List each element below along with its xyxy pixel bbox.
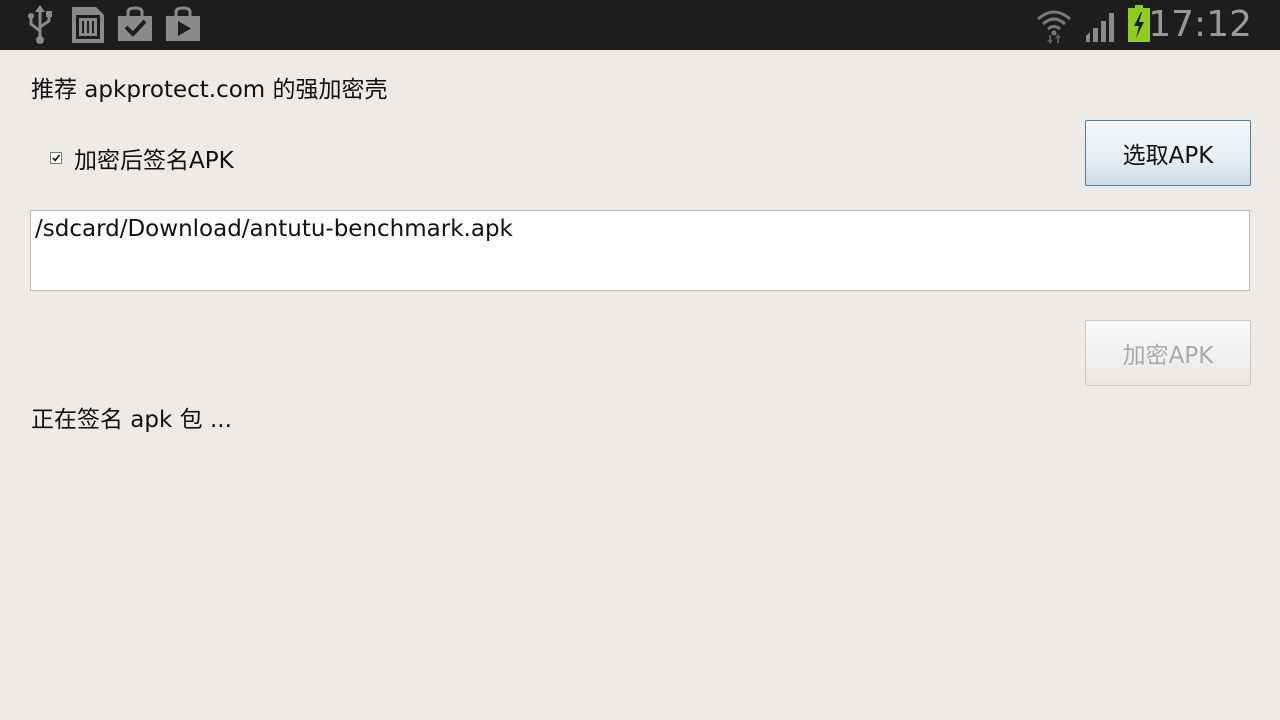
sign-after-encrypt-option[interactable]: 加密后签名APK <box>50 142 234 174</box>
main-content: 推荐 apkprotect.com 的强加密壳 加密后签名APK 选取APK /… <box>0 50 1280 720</box>
encrypt-apk-button[interactable]: 加密APK <box>1085 320 1251 386</box>
apk-path-field[interactable]: /sdcard/Download/antutu-benchmark.apk <box>30 210 1250 291</box>
sd-card-icon <box>70 5 106 45</box>
wifi-icon <box>1034 5 1074 45</box>
play-store-icon <box>164 5 202 45</box>
signal-icon <box>1084 5 1120 45</box>
usb-icon <box>26 5 54 45</box>
play-store-check-icon <box>116 5 154 45</box>
sign-apk-checkbox[interactable] <box>50 152 62 164</box>
status-message: 正在签名 apk 包 ... <box>31 407 232 433</box>
sign-apk-label: 加密后签名APK <box>74 148 234 174</box>
status-bar: 17:12 <box>0 0 1280 50</box>
checkmark-icon <box>52 154 61 162</box>
recommend-text: 推荐 apkprotect.com 的强加密壳 <box>31 77 388 103</box>
select-apk-button[interactable]: 选取APK <box>1085 120 1251 186</box>
status-time: 17:12 <box>1148 4 1252 45</box>
